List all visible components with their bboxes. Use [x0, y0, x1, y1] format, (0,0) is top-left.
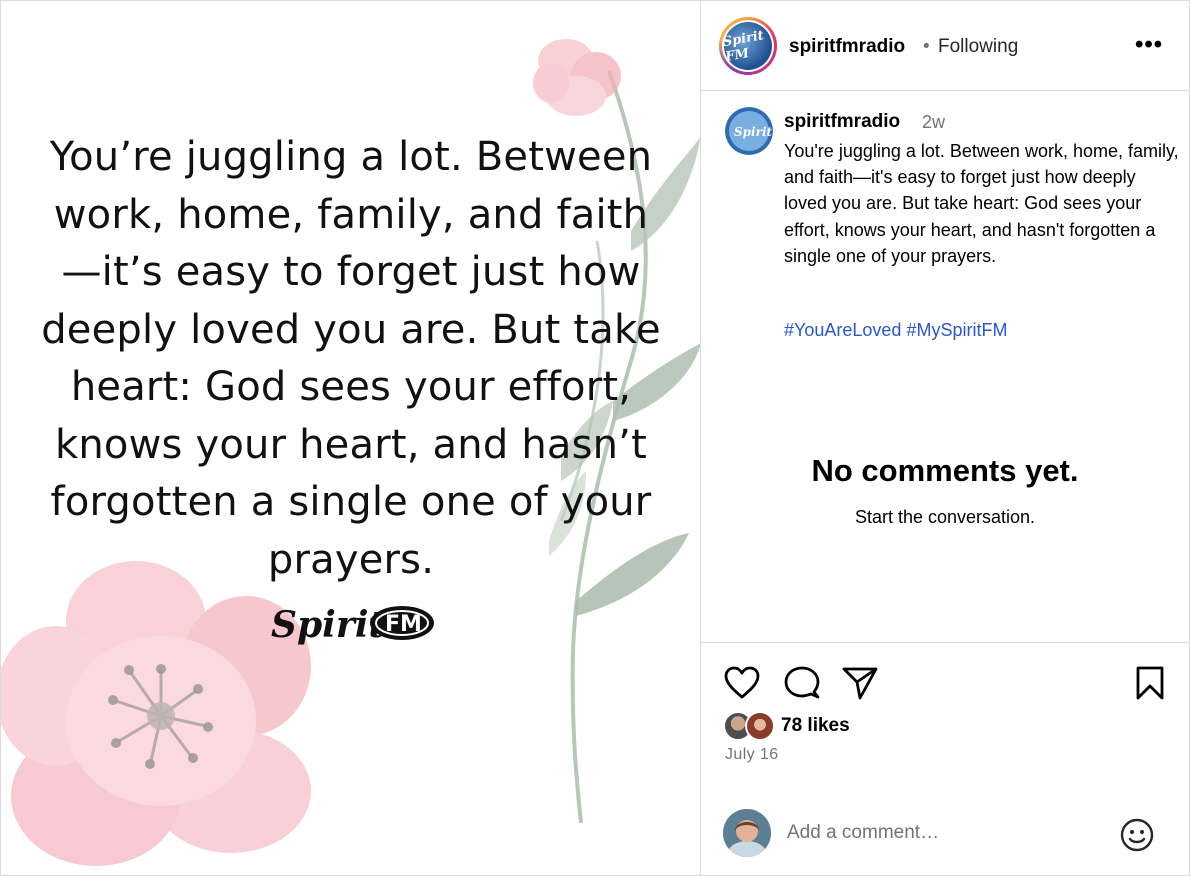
likes-count[interactable]: 78 likes — [781, 715, 850, 737]
caption-text: You're juggling a lot. Between work, hom… — [784, 141, 1179, 266]
svg-text:FM: FM — [385, 612, 422, 637]
post-date[interactable]: July 16 — [725, 746, 779, 764]
caption-username[interactable]: spiritfmradio — [784, 111, 900, 133]
svg-text:Spirit: Spirit — [734, 125, 772, 139]
header-username[interactable]: spiritfmradio — [789, 36, 905, 58]
avatar-logo-text: Spirit FM — [724, 28, 765, 65]
share-icon[interactable] — [841, 665, 879, 701]
action-bar: 78 likes July 16 — [701, 642, 1189, 875]
header-separator: • — [923, 36, 930, 57]
post-modal: You’re juggling a lot. Between work, hom… — [0, 0, 1190, 876]
svg-text:Spirit: Spirit — [271, 604, 385, 646]
caption-timestamp[interactable]: 2w — [922, 112, 945, 133]
following-button[interactable]: Following — [938, 36, 1018, 58]
post-quote-text: You’re juggling a lot. Between work, hom… — [41, 134, 661, 583]
emoji-icon[interactable] — [1119, 817, 1155, 853]
post-image: You’re juggling a lot. Between work, hom… — [1, 1, 701, 875]
comment-composer — [701, 803, 1189, 873]
heart-icon[interactable] — [723, 665, 761, 701]
caption-avatar[interactable]: Spirit — [725, 107, 773, 155]
comment-icon[interactable] — [783, 665, 821, 701]
spirit-fm-logo: Spirit FM — [271, 604, 434, 646]
likers-avatars[interactable] — [723, 711, 779, 743]
comment-input[interactable] — [787, 817, 1107, 849]
more-options-icon[interactable]: ••• — [1135, 31, 1163, 59]
caption-hashtags[interactable]: #YouAreLoved #MySpiritFM — [784, 320, 1007, 341]
no-comments-subtitle: Start the conversation. — [854, 507, 1036, 527]
current-user-avatar — [723, 809, 771, 857]
bookmark-icon[interactable] — [1133, 665, 1167, 701]
post-sidebar: Spirit FM spiritfmradio • Following ••• … — [701, 1, 1189, 875]
post-header: Spirit FM spiritfmradio • Following ••• — [701, 1, 1189, 91]
liker-avatar — [745, 711, 775, 741]
profile-avatar[interactable]: Spirit FM — [719, 17, 777, 75]
no-comments-title: No comments yet. — [811, 453, 1079, 488]
